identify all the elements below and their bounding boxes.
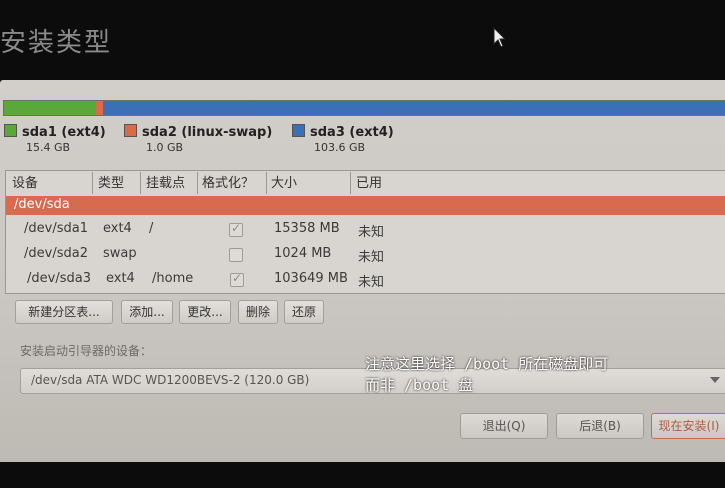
- back-button[interactable]: 后退(B): [556, 413, 644, 439]
- cell-size: 1024 MB: [274, 246, 332, 261]
- column-divider: [140, 172, 141, 194]
- disk-segment-sda1: [4, 101, 97, 115]
- disk-segment-sda2: [96, 101, 103, 115]
- column-header-mount[interactable]: 挂载点: [146, 172, 185, 194]
- disk-usage-bar: [3, 100, 725, 116]
- cell-size: 15358 MB: [274, 221, 340, 236]
- column-header-type[interactable]: 类型: [98, 172, 124, 194]
- column-divider: [266, 172, 267, 194]
- legend-label: sda3 (ext4): [310, 125, 394, 140]
- table-row-selected[interactable]: /dev/sda: [6, 196, 725, 215]
- bootloader-device-value: /dev/sda ATA WDC WD1200BEVS-2 (120.0 GB): [31, 373, 310, 387]
- format-checkbox[interactable]: [229, 221, 243, 237]
- cell-type: ext4: [106, 271, 135, 286]
- legend-swatch-icon: [4, 124, 17, 137]
- column-header-used[interactable]: 已用: [356, 172, 382, 194]
- annotation-line: 注意这里选择 /boot 所在磁盘即可: [365, 355, 609, 373]
- column-header-size[interactable]: 大小: [271, 172, 297, 194]
- column-divider: [197, 172, 198, 194]
- cell-size: 103649 MB: [274, 271, 348, 286]
- legend-size: 1.0 GB: [146, 141, 184, 154]
- change-partition-button[interactable]: 更改...: [179, 300, 231, 324]
- legend-sda2: sda2 (linux-swap) 1.0 GB: [124, 124, 272, 154]
- install-now-button[interactable]: 现在安装(I): [651, 413, 725, 439]
- annotation-note: 注意这里选择 /boot 所在磁盘即可 而非 /boot 盘: [365, 354, 695, 396]
- cell-mount: /: [149, 221, 154, 236]
- cell-used: 未知: [358, 275, 385, 290]
- mouse-cursor-icon: [493, 27, 507, 48]
- cell-used: 未知: [358, 250, 385, 265]
- legend-swatch-icon: [292, 124, 305, 137]
- legend-sda3: sda3 (ext4) 103.6 GB: [292, 124, 394, 154]
- quit-button[interactable]: 退出(Q): [460, 413, 548, 439]
- disk-segment-sda3: [102, 101, 725, 115]
- new-partition-table-button[interactable]: 新建分区表...: [15, 300, 113, 324]
- format-checkbox[interactable]: [229, 248, 243, 262]
- format-checkbox[interactable]: [230, 271, 244, 287]
- column-header-format[interactable]: 格式化？: [202, 172, 254, 194]
- delete-partition-button[interactable]: 删除: [238, 300, 278, 324]
- add-partition-button[interactable]: 添加...: [121, 300, 173, 324]
- column-header-device[interactable]: 设备: [12, 172, 38, 194]
- column-divider: [350, 172, 351, 194]
- window-title: 安装类型: [0, 28, 113, 58]
- legend-swatch-icon: [124, 124, 137, 137]
- cell-mount: /home: [152, 271, 194, 286]
- cell-device: /dev/sda3: [27, 271, 91, 286]
- legend-size: 15.4 GB: [26, 141, 71, 154]
- cell-device: /dev/sda2: [24, 246, 88, 261]
- legend-size: 103.6 GB: [314, 141, 366, 154]
- cell-used: 未知: [358, 225, 385, 240]
- legend-label: sda1 (ext4): [22, 125, 106, 140]
- bootloader-device-label: 安装启动引导器的设备：: [20, 344, 153, 358]
- revert-button[interactable]: 还原: [284, 300, 324, 324]
- device-name: /dev/sda: [14, 197, 70, 212]
- legend-label: sda2 (linux-swap): [142, 125, 273, 140]
- cell-device: /dev/sda1: [24, 221, 88, 236]
- chevron-down-icon: [710, 377, 720, 383]
- cell-type: swap: [103, 246, 137, 261]
- annotation-line: 而非 /boot 盘: [365, 376, 474, 394]
- legend-sda1: sda1 (ext4) 15.4 GB: [4, 124, 106, 154]
- column-divider: [92, 172, 93, 194]
- cell-type: ext4: [103, 221, 132, 236]
